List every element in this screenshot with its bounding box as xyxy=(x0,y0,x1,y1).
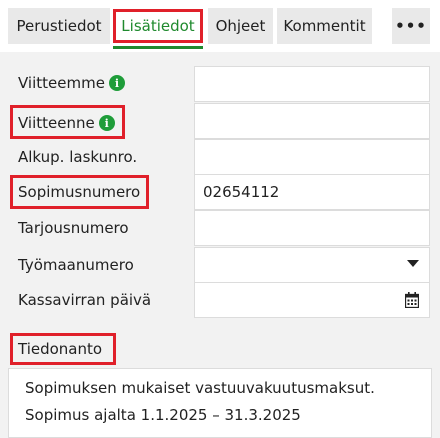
tab-kommentit[interactable]: Kommentit xyxy=(277,8,372,44)
viitteemme-label: Viitteemme xyxy=(18,74,105,92)
tab-lisatiedot[interactable]: Lisätiedot xyxy=(113,8,203,44)
tyomaanumero-label-row: Työmaanumero xyxy=(18,250,134,280)
kassavirta-date-field[interactable] xyxy=(194,282,430,318)
chevron-down-icon[interactable] xyxy=(407,260,419,267)
viitteenne-field[interactable] xyxy=(194,103,430,139)
sopimusnumero-field[interactable]: 02654112 xyxy=(194,174,430,210)
tab-perustiedot[interactable]: Perustiedot xyxy=(8,8,110,44)
alkup-label: Alkup. laskunro. xyxy=(18,148,138,166)
tab-bar: Perustiedot Lisätiedot Ohjeet Kommentit … xyxy=(0,0,440,52)
info-icon[interactable]: i xyxy=(98,115,115,131)
sopimusnumero-label-row: Sopimusnumero xyxy=(18,177,140,207)
sopimusnumero-label: Sopimusnumero xyxy=(18,183,141,201)
tiedonanto-line: Sopimuksen mukaiset vastuuvakuutusmaksut… xyxy=(25,379,375,397)
kassavirta-label-row: Kassavirran päivä xyxy=(18,285,151,315)
viitteenne-label-row: Viitteenne i xyxy=(18,108,115,138)
tyomaanumero-label: Työmaanumero xyxy=(18,256,134,274)
tiedonanto-label: Tiedonanto xyxy=(18,340,103,358)
tarjousnumero-label: Tarjousnumero xyxy=(18,219,129,237)
more-tabs-button[interactable]: ••• xyxy=(392,8,430,44)
info-icon[interactable]: i xyxy=(108,75,125,91)
tiedonanto-textarea[interactable]: Sopimuksen mukaiset vastuuvakuutusmaksut… xyxy=(8,368,432,438)
tab-ohjeet[interactable]: Ohjeet xyxy=(208,8,273,44)
active-tab-indicator xyxy=(113,46,203,49)
tarjousnumero-label-row: Tarjousnumero xyxy=(18,213,129,243)
calendar-icon[interactable] xyxy=(405,292,419,308)
tiedonanto-label-row: Tiedonanto xyxy=(18,334,102,364)
tyomaanumero-select[interactable] xyxy=(194,247,430,283)
viitteemme-field[interactable] xyxy=(194,66,430,102)
sopimusnumero-value: 02654112 xyxy=(203,183,280,201)
alkup-field[interactable] xyxy=(194,139,430,175)
tiedonanto-line: Sopimus ajalta 1.1.2025 – 31.3.2025 xyxy=(25,406,301,424)
viitteemme-label-row: Viitteemme i xyxy=(18,68,125,98)
alkup-label-row: Alkup. laskunro. xyxy=(18,142,137,172)
viitteenne-label: Viitteenne xyxy=(18,114,95,132)
kassavirta-label: Kassavirran päivä xyxy=(18,291,152,309)
tarjousnumero-field[interactable] xyxy=(194,210,430,246)
